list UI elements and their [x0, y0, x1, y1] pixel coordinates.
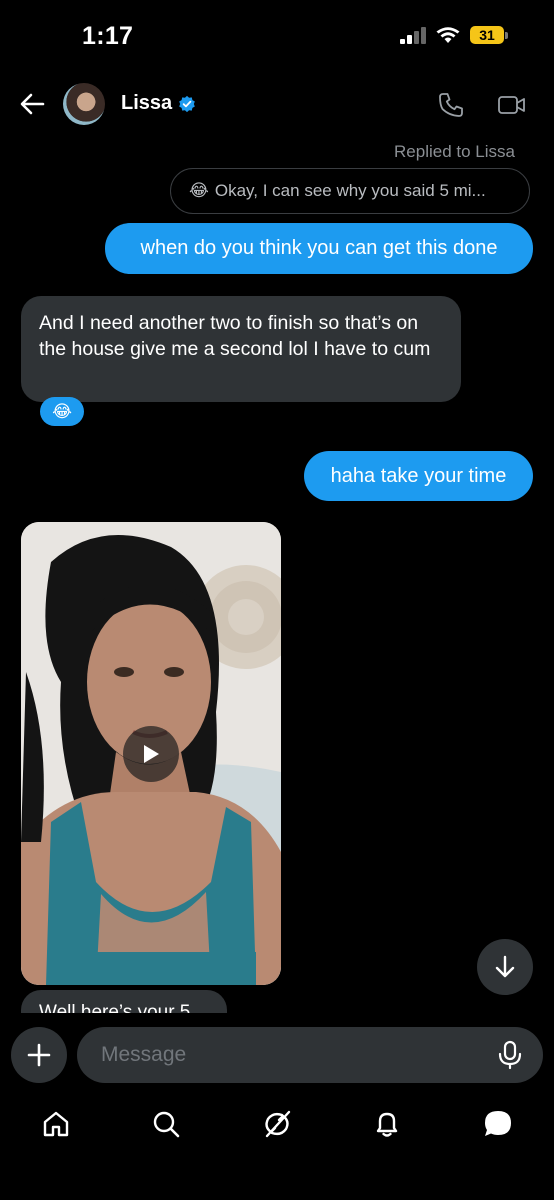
battery-level: 31	[470, 26, 504, 44]
replied-label: Replied to Lissa	[394, 142, 515, 161]
contact-header[interactable]: Lissa	[121, 92, 196, 115]
play-icon	[144, 745, 159, 763]
grok-icon	[265, 1110, 291, 1138]
home-icon	[43, 1111, 69, 1137]
message-input[interactable]	[99, 1042, 483, 1068]
message-reaction[interactable]: 😂	[40, 397, 84, 426]
phone-call-icon[interactable]	[437, 91, 465, 119]
plus-icon	[27, 1043, 51, 1067]
incoming-message[interactable]: And I need another two to finish so that…	[21, 296, 461, 402]
avatar[interactable]	[63, 83, 105, 125]
verified-badge-icon	[179, 95, 195, 112]
search-icon	[153, 1111, 180, 1138]
outgoing-message[interactable]: haha take your time	[304, 451, 533, 501]
tab-messages[interactable]	[481, 1107, 515, 1141]
outgoing-message[interactable]: when do you think you can get this done	[105, 223, 533, 274]
status-time: 1:17	[82, 22, 134, 50]
message-composer[interactable]	[77, 1027, 543, 1083]
laughing-emoji: 😂	[189, 181, 209, 201]
tab-home[interactable]	[39, 1107, 73, 1141]
add-attachment-button[interactable]	[11, 1027, 67, 1083]
contact-name: Lissa	[121, 92, 173, 114]
tab-search[interactable]	[149, 1107, 183, 1141]
tab-grok[interactable]	[260, 1107, 294, 1141]
back-arrow-icon[interactable]	[18, 90, 46, 118]
play-button[interactable]	[123, 726, 179, 782]
arrow-down-icon	[495, 955, 515, 978]
scroll-to-bottom-button[interactable]	[477, 939, 533, 995]
reply-quote[interactable]: 😂 Okay, I can see why you said 5 mi...	[170, 168, 530, 214]
cellular-signal-icon	[400, 26, 426, 44]
microphone-icon[interactable]	[495, 1040, 525, 1070]
tab-notifications[interactable]	[370, 1107, 404, 1141]
status-icons: 31	[400, 26, 508, 44]
reply-quote-text: Okay, I can see why you said 5 mi...	[214, 181, 486, 200]
video-call-icon[interactable]	[497, 93, 527, 117]
messages-icon	[485, 1111, 511, 1136]
wifi-icon	[436, 27, 460, 43]
notifications-icon	[376, 1112, 398, 1137]
battery-icon: 31	[470, 26, 508, 44]
